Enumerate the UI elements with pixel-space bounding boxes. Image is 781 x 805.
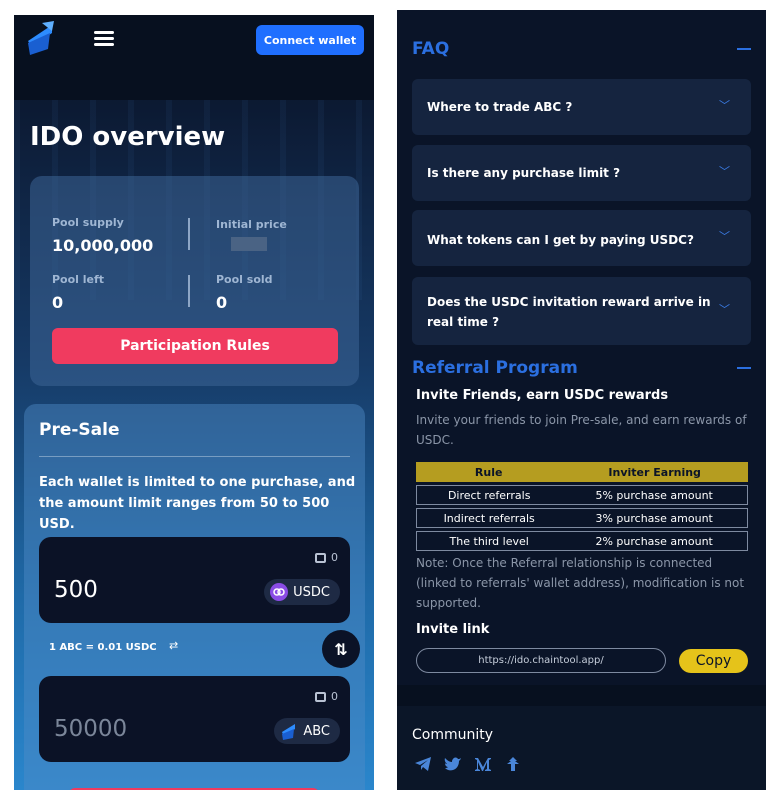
table-cell: 3% purchase amount <box>561 508 748 528</box>
table-row: Direct referrals 5% purchase amount <box>416 485 748 505</box>
ido-panel: Connect wallet IDO overview Pool supply … <box>14 15 374 790</box>
divider <box>39 456 350 457</box>
faq-item[interactable]: Is there any purchase limit ? ﹀ <box>412 145 751 201</box>
divider <box>188 275 190 307</box>
collapse-icon[interactable] <box>737 48 751 50</box>
footer <box>397 706 766 790</box>
presale-description: Each wallet is limited to one purchase, … <box>39 475 356 532</box>
pay-token-selector[interactable]: USDC <box>264 579 340 605</box>
swap-direction-button[interactable]: ⇅ <box>322 630 360 668</box>
faq-question: Where to trade ABC ? <box>427 100 573 114</box>
referral-note: Note: Once the Referral relationship is … <box>416 556 745 610</box>
medium-icon[interactable] <box>474 756 492 772</box>
pool-left-value: 0 <box>52 293 64 312</box>
usdc-token-icon <box>270 583 289 601</box>
pool-supply-value: 10,000,000 <box>52 236 154 255</box>
abc-token-icon <box>282 724 296 740</box>
initial-price-value <box>231 237 267 251</box>
faq-question: Does the USDC invitation reward arrive i… <box>427 295 711 329</box>
receive-balance: 0 <box>331 690 338 703</box>
table-header: Inviter Earning <box>561 462 748 482</box>
menu-icon[interactable] <box>94 31 114 47</box>
table-cell: Indirect referrals <box>416 508 562 528</box>
buy-button[interactable] <box>69 788 319 790</box>
chevron-down-icon: ﹀ <box>719 165 730 178</box>
invite-link-field[interactable]: https://ido.chaintool.app/ <box>416 648 666 673</box>
page-title: IDO overview <box>30 122 226 152</box>
presale-card: Pre-Sale Each wallet is limited to one p… <box>24 404 365 790</box>
pay-amount-input[interactable] <box>54 577 204 603</box>
faq-item[interactable]: Where to trade ABC ? ﹀ <box>412 79 751 135</box>
receive-amount-box: 0 ABC <box>39 676 350 762</box>
refresh-icon[interactable]: ⇄ <box>169 639 178 652</box>
invite-link-label: Invite link <box>416 622 490 637</box>
twitter-icon[interactable] <box>444 756 462 772</box>
top-nav: Connect wallet <box>14 15 374 100</box>
initial-price-label: Initial price <box>216 218 287 231</box>
receive-amount-input[interactable] <box>54 716 204 742</box>
table-cell: The third level <box>416 531 562 551</box>
pay-amount-box: 0 USDC <box>39 537 350 623</box>
faq-item[interactable]: What tokens can I get by paying USDC? ﹀ <box>412 210 751 266</box>
referral-title: Referral Program <box>412 358 578 378</box>
table-header: Rule <box>416 462 562 482</box>
copy-button[interactable]: Copy <box>679 649 748 673</box>
pool-sold-value: 0 <box>216 293 228 312</box>
pool-supply-label: Pool supply <box>52 216 124 229</box>
faq-question: What tokens can I get by paying USDC? <box>427 233 694 247</box>
faq-question: Is there any purchase limit ? <box>427 166 621 180</box>
table-cell: Direct referrals <box>416 485 562 505</box>
referral-table: Rule Inviter Earning Direct referrals 5%… <box>416 459 748 554</box>
pay-balance: 0 <box>331 551 338 564</box>
referral-description: Invite your friends to join Pre-sale, an… <box>416 413 747 447</box>
telegram-icon[interactable] <box>414 756 432 772</box>
chevron-down-icon: ﹀ <box>719 230 730 243</box>
receive-token-selector[interactable]: ABC <box>274 718 340 744</box>
info-panel: FAQ Where to trade ABC ? ﹀ Is there any … <box>397 10 766 790</box>
divider <box>397 685 766 706</box>
pool-stats-card: Pool supply 10,000,000 Initial price Poo… <box>30 176 359 386</box>
wallet-icon <box>315 553 326 563</box>
chevron-down-icon: ﹀ <box>719 99 730 112</box>
chevron-down-icon: ﹀ <box>719 303 730 316</box>
pool-sold-label: Pool sold <box>216 273 273 286</box>
participation-rules-button[interactable]: Participation Rules <box>52 328 338 364</box>
exchange-rate: 1 ABC = 0.01 USDC <box>49 642 157 653</box>
presale-title: Pre-Sale <box>39 420 120 440</box>
receive-token-label: ABC <box>303 723 330 739</box>
table-row: Indirect referrals 3% purchase amount <box>416 508 748 528</box>
logo-icon[interactable] <box>26 21 56 55</box>
pay-token-label: USDC <box>293 584 330 600</box>
community-label: Community <box>412 727 494 743</box>
divider <box>188 218 190 250</box>
faq-title: FAQ <box>412 39 450 59</box>
pool-left-label: Pool left <box>52 273 105 286</box>
table-cell: 2% purchase amount <box>561 531 748 551</box>
referral-subtitle: Invite Friends, earn USDC rewards <box>416 388 669 403</box>
table-cell: 5% purchase amount <box>561 485 748 505</box>
linktree-icon[interactable] <box>504 756 522 772</box>
connect-wallet-button[interactable]: Connect wallet <box>256 25 364 55</box>
table-row: The third level 2% purchase amount <box>416 531 748 551</box>
collapse-icon[interactable] <box>737 367 751 369</box>
faq-item[interactable]: Does the USDC invitation reward arrive i… <box>412 277 751 345</box>
wallet-icon <box>315 692 326 702</box>
